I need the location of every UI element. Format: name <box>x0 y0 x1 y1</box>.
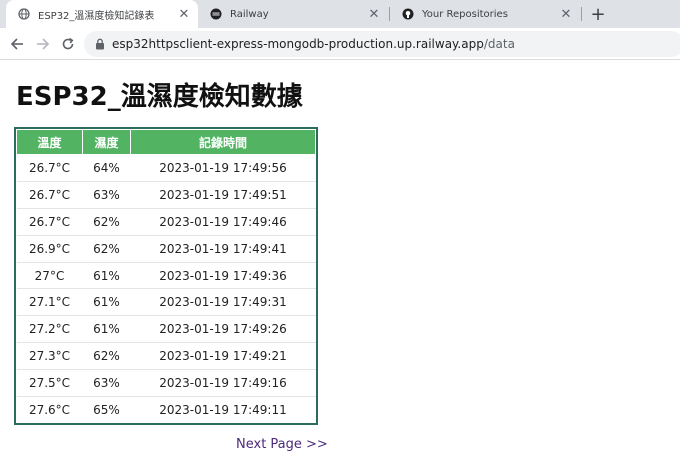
reload-icon[interactable] <box>58 34 78 54</box>
cell-temperature: 27.2°C <box>16 315 83 344</box>
github-icon <box>402 8 414 20</box>
cell-temperature: 26.7°C <box>16 181 83 209</box>
cell-temperature: 26.7°C <box>16 154 83 182</box>
data-table: 溫度 濕度 記錄時間 26.7°C 64% 2023-01-19 17:49:56 … <box>16 129 316 423</box>
next-page-link[interactable]: Next Page >> <box>236 437 328 452</box>
cell-time: 2023-01-19 17:49:16 <box>130 369 316 398</box>
url-path: /data <box>483 37 515 51</box>
cell-temperature: 26.7°C <box>16 208 83 236</box>
table-row: 27.6°C 65% 2023-01-19 17:49:11 <box>17 397 316 423</box>
cell-time: 2023-01-19 17:49:36 <box>130 262 316 290</box>
cell-temperature: 27.6°C <box>28 402 71 417</box>
table-row: 27.2°C 61% 2023-01-19 17:49:26 <box>16 315 316 344</box>
close-icon[interactable]: ✕ <box>366 6 382 22</box>
table-row: 27.3°C 62% 2023-01-19 17:49:21 <box>16 342 316 371</box>
back-arrow-icon[interactable] <box>7 34 27 54</box>
tab-strip: ESP32_溫濕度檢知記錄表 ✕ Railway ✕ Your Reposito… <box>0 0 680 28</box>
url-text: esp32httpsclient-express-mongodb-product… <box>112 37 515 51</box>
table-row: 26.9°C 62% 2023-01-19 17:49:41 <box>16 235 316 263</box>
cell-temperature: 26.9°C <box>16 235 83 263</box>
table-row: 26.7°C 63% 2023-01-19 17:49:51 <box>16 181 316 209</box>
close-icon[interactable]: ✕ <box>176 6 192 22</box>
cell-temperature: 27.3°C <box>16 342 83 371</box>
tab-railway[interactable]: Railway ✕ <box>198 0 388 28</box>
cell-time: 2023-01-19 17:49:11 <box>159 402 287 417</box>
cell-humidity: 61% <box>82 262 131 290</box>
page-title: ESP32_溫濕度檢知數據 <box>16 82 303 112</box>
table-row: 27.5°C 63% 2023-01-19 17:49:16 <box>16 369 316 398</box>
cell-humidity: 62% <box>82 208 131 236</box>
table-row: 26.7°C 62% 2023-01-19 17:49:46 <box>16 208 316 236</box>
railway-icon <box>210 8 222 20</box>
address-bar[interactable]: esp32httpsclient-express-mongodb-product… <box>84 31 680 57</box>
cell-humidity: 61% <box>82 315 131 344</box>
cell-humidity: 62% <box>82 235 131 263</box>
tab-title: Railway <box>230 8 269 20</box>
tab-separator <box>581 7 582 21</box>
cell-temperature: 27.5°C <box>16 369 83 398</box>
cell-humidity: 63% <box>82 181 131 209</box>
lock-icon[interactable] <box>94 38 106 50</box>
cell-time: 2023-01-19 17:49:41 <box>130 235 316 263</box>
browser-toolbar: esp32httpsclient-express-mongodb-product… <box>0 28 680 60</box>
table-row: 27.1°C 61% 2023-01-19 17:49:31 <box>16 288 316 317</box>
cell-humidity: 61% <box>82 288 131 317</box>
tab-title: Your Repositories <box>422 8 508 20</box>
cell-time: 2023-01-19 17:49:31 <box>130 288 316 317</box>
cell-temperature: 27°C <box>16 262 83 290</box>
forward-arrow-icon[interactable] <box>33 34 53 54</box>
close-icon[interactable]: ✕ <box>558 6 574 22</box>
table-row: 26.7°C 64% 2023-01-19 17:49:56 <box>16 154 316 182</box>
header-time: 記錄時間 <box>130 129 316 155</box>
cell-time: 2023-01-19 17:49:51 <box>130 181 316 209</box>
cell-time: 2023-01-19 17:49:26 <box>130 315 316 344</box>
cell-humidity: 63% <box>82 369 131 398</box>
cell-humidity: 64% <box>82 154 131 182</box>
cell-time: 2023-01-19 17:49:21 <box>130 342 316 371</box>
data-table-container: 溫度 濕度 記錄時間 26.7°C 64% 2023-01-19 17:49:56 … <box>14 127 318 425</box>
tab-repositories[interactable]: Your Repositories ✕ <box>390 0 580 28</box>
header-temperature: 溫度 <box>16 129 83 155</box>
cell-time: 2023-01-19 17:49:56 <box>130 154 316 182</box>
new-tab-icon[interactable]: + <box>588 4 608 25</box>
globe-icon <box>18 8 30 20</box>
cell-humidity: 65% <box>93 402 120 417</box>
table-header-row: 溫度 濕度 記錄時間 <box>16 129 316 155</box>
url-host: esp32httpsclient-express-mongodb-product… <box>112 37 484 51</box>
tab-title: ESP32_溫濕度檢知記錄表 <box>38 10 155 22</box>
cell-time: 2023-01-19 17:49:46 <box>130 208 316 236</box>
cell-humidity: 62% <box>82 342 131 371</box>
tab-esp32[interactable]: ESP32_溫濕度檢知記錄表 ✕ <box>6 0 198 28</box>
header-humidity: 濕度 <box>82 129 131 155</box>
cell-temperature: 27.1°C <box>16 288 83 317</box>
table-row: 27°C 61% 2023-01-19 17:49:36 <box>16 262 316 290</box>
